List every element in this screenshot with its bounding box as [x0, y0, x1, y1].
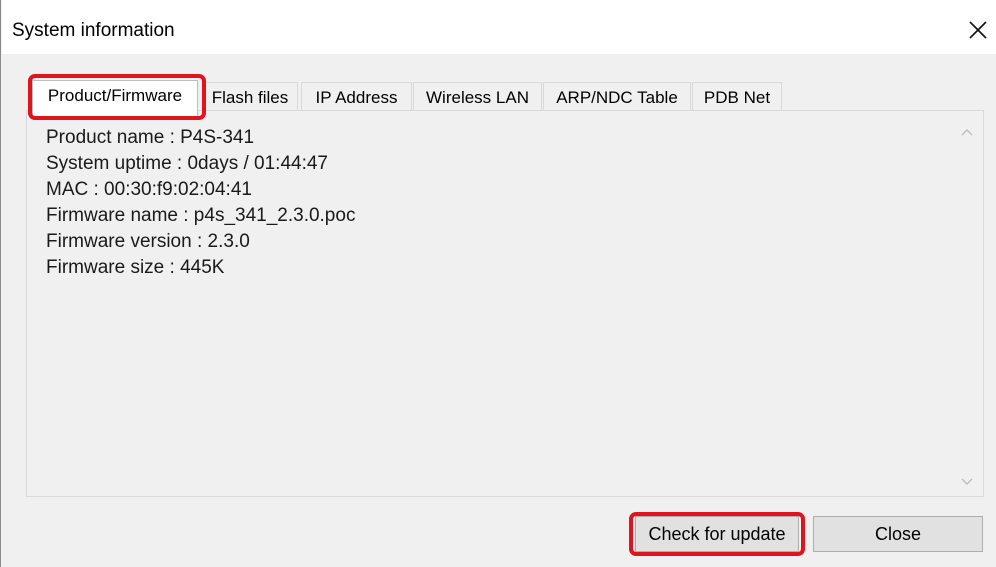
tab-product-firmware[interactable]: Product/Firmware [32, 80, 198, 116]
product-name-line: Product name : P4S-341 [46, 127, 255, 148]
window-title: System information [12, 20, 175, 41]
firmware-version-line: Firmware version : 2.3.0 [46, 231, 250, 252]
chevron-down-icon[interactable] [959, 474, 975, 490]
firmware-name-line: Firmware name : p4s_341_2.3.0.poc [46, 205, 356, 226]
check-for-update-button[interactable]: Check for update [635, 516, 799, 552]
chevron-up-icon[interactable] [959, 124, 975, 140]
tab-flash-files[interactable]: Flash files [202, 82, 298, 112]
tab-ip-address[interactable]: IP Address [301, 82, 412, 112]
system-uptime-line: System uptime : 0days / 01:44:47 [46, 153, 328, 174]
tab-pdb-net[interactable]: PDB Net [692, 82, 782, 112]
tab-wireless-lan[interactable]: Wireless LAN [413, 82, 542, 112]
title-bar: System information [2, 0, 996, 54]
close-button[interactable]: Close [813, 516, 983, 552]
info-list: Product name : P4S-341 System uptime : 0… [46, 125, 355, 281]
firmware-size-line: Firmware size : 445K [46, 257, 225, 278]
close-icon[interactable] [962, 14, 994, 46]
system-information-dialog: System information Product/Firmware Flas… [0, 0, 996, 567]
vertical-scrollbar[interactable] [952, 112, 982, 495]
tab-panel: Product name : P4S-341 System uptime : 0… [26, 110, 984, 497]
tab-arp-ndc-table[interactable]: ARP/NDC Table [543, 82, 691, 112]
mac-line: MAC : 00:30:f9:02:04:41 [46, 179, 252, 200]
